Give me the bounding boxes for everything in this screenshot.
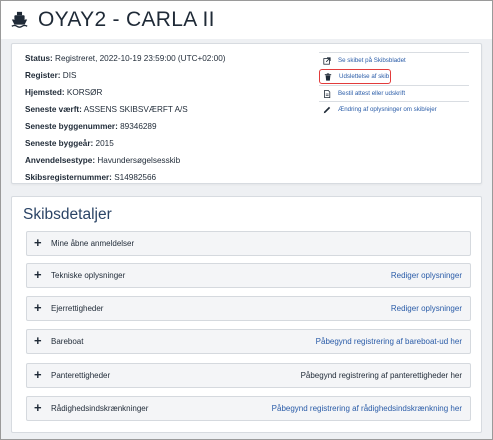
raadighed-link[interactable]: Påbegynd registrering af rådighedsindskr…	[272, 404, 462, 413]
register-label: Register:	[25, 71, 61, 80]
skibsreg-label: Skibsregisternummer:	[25, 173, 112, 182]
status-label: Status:	[25, 54, 53, 63]
section-label: Tekniske oplysninger	[51, 271, 126, 280]
document-icon	[324, 89, 331, 98]
ship-info-card: Status: Registreret, 2022-10-19 23:59:00…	[11, 43, 482, 184]
section-label: Rådighedsindskrænkninger	[51, 404, 149, 413]
action-aendring-label: Ændring af oplysninger om skib/ejer	[338, 106, 437, 113]
section-ejerrettigheder[interactable]: + Ejerrettigheder Rediger oplysninger	[26, 296, 471, 321]
anvendelse-label: Anvendelsestype:	[25, 156, 96, 165]
actions-list: Se skibet på Skibsbladet Udslettelse af …	[319, 52, 469, 117]
byggenummer-value: 89346289	[120, 122, 157, 131]
vaerft-row: Seneste værft: ASSENS SKIBSVÆRFT A/S	[25, 105, 188, 114]
byggeaar-row: Seneste byggeår: 2015	[25, 139, 114, 148]
plus-icon: +	[34, 367, 42, 382]
action-bestil-attest-label: Bestil attest eller udskrift	[338, 90, 406, 97]
byggenummer-label: Seneste byggenummer:	[25, 122, 118, 131]
plus-icon: +	[34, 300, 42, 315]
register-row: Register: DIS	[25, 71, 76, 80]
trash-icon	[324, 72, 332, 81]
page-header: OYAY2 - CARLA II	[1, 1, 492, 39]
hjemsted-row: Hjemsted: KORSØR	[25, 88, 102, 97]
section-label: Bareboat	[51, 337, 84, 346]
section-raadighed[interactable]: + Rådighedsindskrænkninger Påbegynd regi…	[26, 396, 471, 421]
register-value: DIS	[62, 71, 77, 80]
section-panterettigheder[interactable]: + Panterettigheder Påbegynd registrering…	[26, 363, 471, 388]
action-bestil-attest[interactable]: Bestil attest eller udskrift	[319, 85, 469, 101]
pencil-icon	[323, 106, 331, 113]
page-frame: OYAY2 - CARLA II Status: Registreret, 20…	[0, 0, 493, 440]
action-se-skibsbladet-label: Se skibet på Skibsbladet	[338, 57, 406, 64]
plus-icon: +	[34, 333, 42, 348]
plus-icon: +	[34, 235, 42, 250]
plus-icon: +	[34, 400, 42, 415]
status-value: Registreret, 2022-10-19 23:59:00 (UTC+02…	[55, 54, 226, 63]
section-tekniske-oplysninger[interactable]: + Tekniske oplysninger Rediger oplysning…	[26, 263, 471, 288]
byggeaar-label: Seneste byggeår:	[25, 139, 94, 148]
section-bareboat[interactable]: + Bareboat Påbegynd registrering af bare…	[26, 329, 471, 354]
skibsreg-value: S14982566	[114, 173, 157, 182]
panterettigheder-link[interactable]: Påbegynd registrering af panterettighede…	[301, 371, 462, 380]
action-udslettelse-label: Udslettelse af skib	[339, 73, 390, 80]
bareboat-link[interactable]: Påbegynd registrering af bareboat-ud her	[316, 337, 462, 346]
details-title: Skibsdetaljer	[23, 206, 112, 223]
byggeaar-value: 2015	[95, 139, 114, 148]
section-label: Ejerrettigheder	[51, 304, 104, 313]
rediger-tekniske-link[interactable]: Rediger oplysninger	[391, 271, 462, 280]
ship-icon	[11, 11, 28, 28]
status-row: Status: Registreret, 2022-10-19 23:59:00…	[25, 54, 225, 63]
vaerft-label: Seneste værft:	[25, 105, 82, 114]
vaerft-value: ASSENS SKIBSVÆRFT A/S	[83, 105, 188, 114]
skibsreg-row: Skibsregisternummer: S14982566	[25, 173, 156, 182]
anvendelse-row: Anvendelsestype: Havundersøgelsesskib	[25, 156, 180, 165]
section-mine-anmeldelser[interactable]: + Mine åbne anmeldelser	[26, 231, 471, 256]
action-aendring[interactable]: Ændring af oplysninger om skib/ejer	[319, 101, 469, 117]
hjemsted-value: KORSØR	[66, 88, 103, 97]
external-link-icon	[323, 56, 331, 65]
action-se-skibsbladet[interactable]: Se skibet på Skibsbladet	[319, 52, 469, 68]
byggenummer-row: Seneste byggenummer: 89346289	[25, 122, 157, 131]
section-label: Mine åbne anmeldelser	[51, 239, 135, 248]
hjemsted-label: Hjemsted:	[25, 88, 65, 97]
anvendelse-value: Havundersøgelsesskib	[97, 156, 181, 165]
ship-details-card: Skibsdetaljer + Mine åbne anmeldelser + …	[11, 196, 482, 433]
page-title: OYAY2 - CARLA II	[38, 8, 215, 31]
rediger-ejer-link[interactable]: Rediger oplysninger	[391, 304, 462, 313]
action-udslettelse[interactable]: Udslettelse af skib	[319, 69, 391, 84]
plus-icon: +	[34, 267, 42, 282]
section-label: Panterettigheder	[51, 371, 111, 380]
